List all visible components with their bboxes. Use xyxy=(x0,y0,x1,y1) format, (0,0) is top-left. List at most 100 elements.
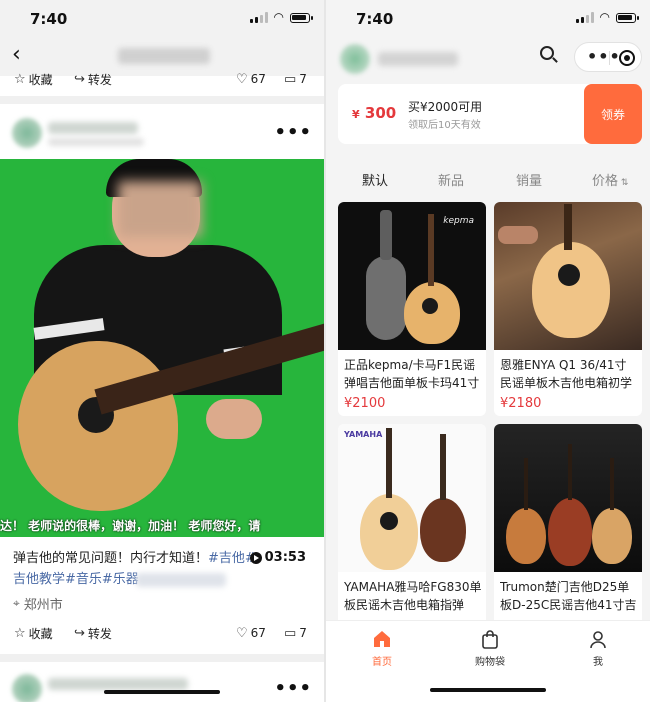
status-icons: ◠ xyxy=(575,11,639,23)
bottom-tab-bar: 首页 购物袋 我 xyxy=(326,620,650,702)
tab-shopping-bag-label: 购物袋 xyxy=(475,657,505,668)
separator xyxy=(0,96,324,104)
back-icon[interactable]: ‹ xyxy=(12,44,21,66)
sort-tabs: 默认 新品 销量 价格 ⇅ xyxy=(326,164,650,192)
claim-coupon-button[interactable]: 领券 xyxy=(584,84,642,144)
tab-sales[interactable]: 销量 xyxy=(516,170,542,189)
location-pin-icon: ⌖ xyxy=(13,596,20,610)
product-title: Trumon楚门吉他D25单板D-25C民谣吉他41寸吉 xyxy=(500,580,637,612)
collect-button[interactable]: ☆ 收藏 xyxy=(14,71,53,88)
status-bar: 7:40 ◠ xyxy=(0,0,324,36)
tab-shopping-bag[interactable]: 购物袋 xyxy=(460,629,520,668)
comment-button[interactable]: ▭ 7 xyxy=(284,72,307,87)
signal-icon xyxy=(249,12,268,23)
guitar-neck xyxy=(568,444,572,500)
search-icon[interactable] xyxy=(540,46,554,60)
guitar-body xyxy=(532,242,610,338)
video-player[interactable]: 达！ 老师说的很棒，谢谢，加油！ 老师您好，请 xyxy=(0,159,324,537)
post-header: ••• xyxy=(0,108,324,158)
tab-me-label: 我 xyxy=(593,657,603,668)
guitar-soundhole xyxy=(422,298,438,314)
tab-price[interactable]: 价格 ⇅ xyxy=(592,170,628,189)
product-title: 恩雅ENYA Q1 36/41寸民谣单板木吉他电箱初学 xyxy=(500,358,633,390)
comment-button[interactable]: ▭ 7 xyxy=(284,626,307,641)
collect-label: 收藏 xyxy=(28,72,53,87)
home-indicator xyxy=(104,690,220,694)
star-icon: ☆ xyxy=(14,71,26,87)
guitar-body xyxy=(506,508,546,564)
miniprogram-capsule: ••• xyxy=(574,42,642,72)
product-card[interactable]: YAMAHA YAMAHA雅马哈FG830单板民谣木吉他电箱指弹 xyxy=(338,424,486,638)
share-icon: ↪ xyxy=(74,625,85,641)
caption-text: 弹吉他的常见问题！内行才知道！ xyxy=(13,551,209,566)
coupon-amount: ¥ 300 xyxy=(352,104,396,122)
shop-logo[interactable] xyxy=(340,44,370,74)
duration-text: 03:53 xyxy=(264,550,306,565)
share-button[interactable]: ↪ 转发 xyxy=(74,71,112,88)
shop-nav-bar: ••• xyxy=(326,36,650,80)
product-price: ¥2100 xyxy=(344,396,386,411)
product-title: 正品kepma/卡马F1民谣弹唱吉他面单板卡玛41寸 xyxy=(344,358,480,390)
tab-home[interactable]: 首页 xyxy=(352,629,412,668)
tab-default[interactable]: 默认 xyxy=(362,170,388,189)
author-name-blurred xyxy=(48,678,188,690)
author-meta-blurred xyxy=(48,138,144,146)
video-frame xyxy=(0,159,324,537)
hand xyxy=(498,226,538,244)
blurred-title xyxy=(118,48,210,64)
share-label: 转发 xyxy=(87,72,112,87)
gig-bag-neck xyxy=(380,210,392,260)
avatar[interactable] xyxy=(12,118,42,148)
guitar-soundhole xyxy=(380,512,398,530)
wifi-icon: ◠ xyxy=(273,10,284,24)
collect-label: 收藏 xyxy=(28,626,53,641)
more-icon[interactable]: ••• xyxy=(274,678,312,699)
product-image xyxy=(494,424,642,572)
guitar-neck xyxy=(386,428,392,498)
tab-new[interactable]: 新品 xyxy=(438,170,464,189)
tab-me[interactable]: 我 xyxy=(568,629,628,668)
product-title: YAMAHA雅马哈FG830单板民谣木吉他电箱指弹 xyxy=(344,580,482,612)
share-button[interactable]: ↪ 转发 xyxy=(74,625,112,642)
blurred-tag xyxy=(136,573,226,587)
product-card[interactable]: kepma 正品kepma/卡马F1民谣弹唱吉他面单板卡玛41寸 ¥2100 xyxy=(338,202,486,416)
guitar-neck xyxy=(524,458,528,510)
heart-icon: ♡ xyxy=(236,71,248,87)
like-button[interactable]: ♡ 67 xyxy=(236,626,266,641)
separator xyxy=(0,654,324,662)
tab-price-label: 价格 xyxy=(592,174,619,189)
shop-name-blurred xyxy=(378,52,458,66)
heart-icon: ♡ xyxy=(236,625,248,641)
status-bar: 7:40 ◠ xyxy=(326,0,650,36)
post-actions: ☆ 收藏 ↪ 转发 ♡ 67 ▭ 7 xyxy=(0,620,324,646)
signal-icon xyxy=(575,12,594,23)
gig-bag xyxy=(366,256,406,340)
avatar[interactable] xyxy=(12,674,42,702)
close-target-icon[interactable] xyxy=(619,50,635,66)
like-count: 67 xyxy=(250,626,266,640)
left-screen: 7:40 ◠ ‹ ☆ 收藏 ↪ 转发 ♡ 67 ▭ 7 ••• 达！ 老师说的很… xyxy=(0,0,324,702)
location[interactable]: ⌖ 郑州市 xyxy=(13,594,63,613)
guitar-body xyxy=(548,498,592,566)
capsule-divider xyxy=(609,51,610,65)
status-icons: ◠ xyxy=(249,10,313,24)
more-icon[interactable]: ••• xyxy=(274,122,312,143)
brand-logo: YAMAHA xyxy=(344,430,383,439)
author-name-blurred xyxy=(48,122,138,134)
collect-button[interactable]: ☆ 收藏 xyxy=(14,625,53,642)
caption-tags-2[interactable]: 吉他教学#音乐#乐器 xyxy=(13,572,139,587)
product-card[interactable]: 恩雅ENYA Q1 36/41寸民谣单板木吉他电箱初学 ¥2180 xyxy=(494,202,642,416)
comment-count: 7 xyxy=(299,626,307,640)
more-icon[interactable]: ••• xyxy=(587,47,621,66)
person-hand xyxy=(206,399,262,439)
guitar-back xyxy=(420,498,466,562)
next-post-header: ••• xyxy=(0,664,324,702)
coupon-validity: 领取后10天有效 xyxy=(408,120,481,131)
sort-arrows-icon: ⇅ xyxy=(618,178,629,188)
battery-icon xyxy=(616,12,639,23)
guitar-soundhole xyxy=(558,264,580,286)
product-card[interactable]: Trumon楚门吉他D25单板D-25C民谣吉他41寸吉 xyxy=(494,424,642,638)
like-button[interactable]: ♡ 67 xyxy=(236,72,266,87)
tab-home-label: 首页 xyxy=(372,657,392,668)
guitar-body xyxy=(592,508,632,564)
